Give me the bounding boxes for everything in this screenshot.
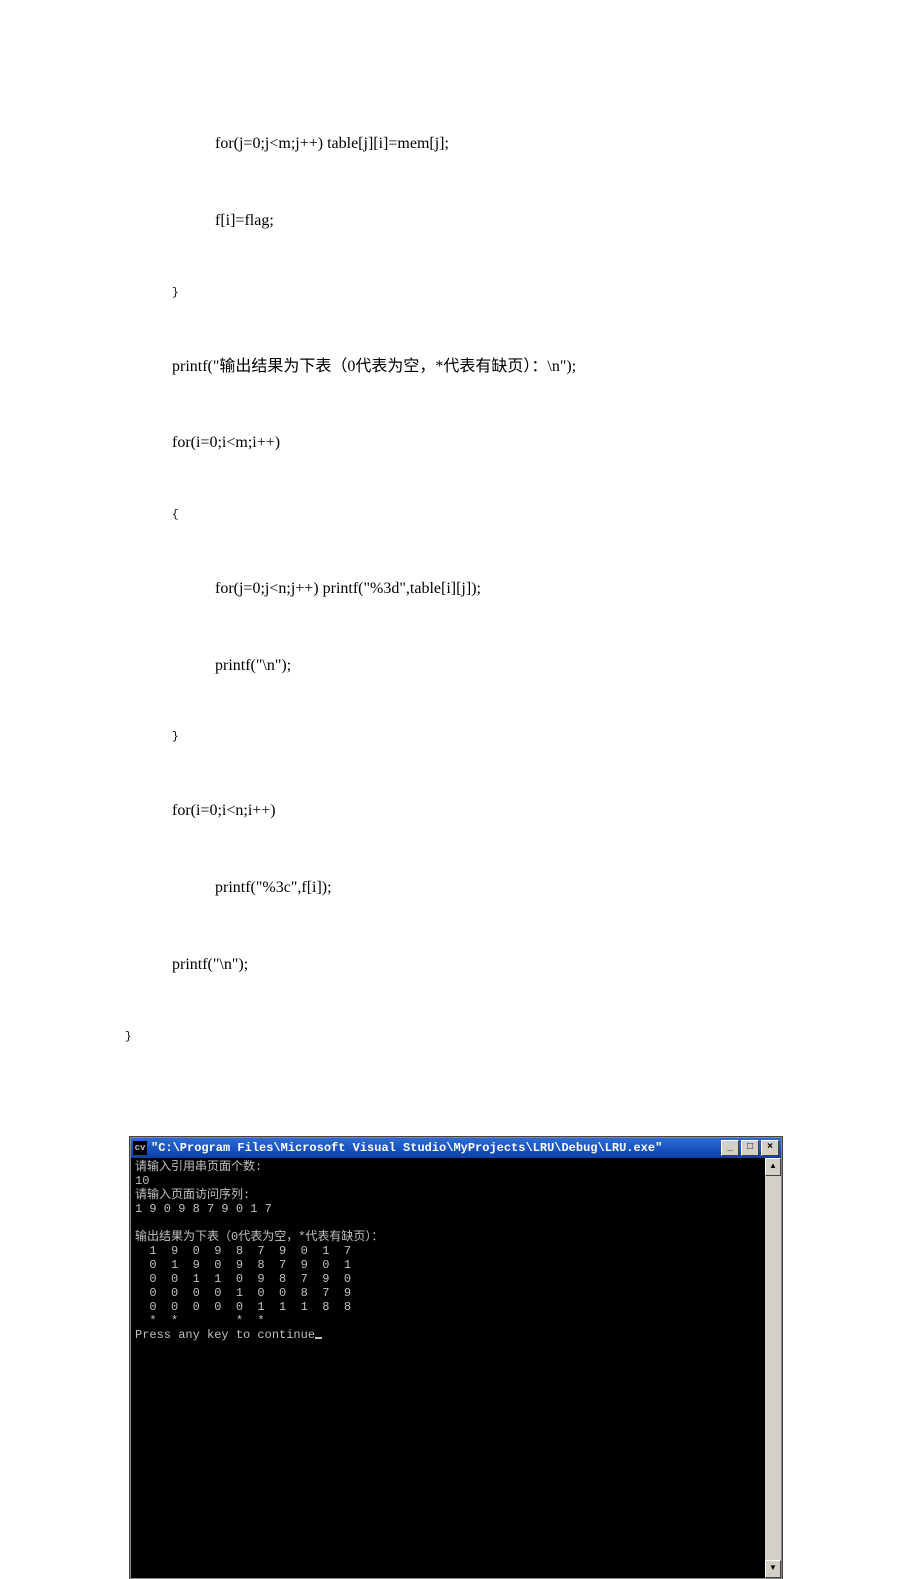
minimize-button[interactable]: _: [721, 1140, 739, 1156]
console-line: 输出结果为下表（0代表为空，*代表有缺页）：: [135, 1230, 383, 1244]
console-line: 请输入引用串页面个数:: [135, 1160, 262, 1174]
scroll-track[interactable]: [765, 1176, 781, 1560]
code-block: for(j=0;j<m;j++) table[j][i]=mem[j]; f[i…: [0, 80, 920, 1097]
code-line: for(i=0;i<n;i++): [0, 798, 920, 824]
console-line: 10: [135, 1174, 149, 1188]
document-page: for(j=0;j<m;j++) table[j][i]=mem[j]; f[i…: [0, 0, 920, 1579]
close-button[interactable]: ×: [761, 1140, 779, 1156]
code-brace: }: [0, 1029, 920, 1047]
code-line: f[i]=flag;: [0, 208, 920, 234]
cursor-icon: [315, 1337, 322, 1339]
code-line: printf("%3c",f[i]);: [0, 875, 920, 901]
code-line: printf("\n");: [0, 653, 920, 679]
code-line: for(j=0;j<m;j++) table[j][i]=mem[j];: [0, 131, 920, 157]
code-line: for(i=0;i<m;i++): [0, 430, 920, 456]
console-line: 1 9 0 9 8 7 9 0 1 7: [135, 1202, 272, 1216]
console-output: 请输入引用串页面个数: 10 请输入页面访问序列: 1 9 0 9 8 7 9 …: [131, 1158, 765, 1578]
console-row: 0 0 1 1 0 9 8 7 9 0: [135, 1272, 351, 1286]
window-title: "C:\Program Files\Microsoft Visual Studi…: [151, 1141, 721, 1155]
code-line: for(j=0;j<n;j++) printf("%3d",table[i][j…: [0, 576, 920, 602]
code-brace: {: [0, 507, 920, 525]
code-line: printf("\n");: [0, 952, 920, 978]
app-icon: cv: [133, 1141, 147, 1155]
console-continue: Press any key to continue: [135, 1328, 315, 1342]
code-brace: }: [0, 285, 920, 303]
scrollbar[interactable]: ▲ ▼: [765, 1158, 781, 1578]
console-flags: * * * *: [135, 1314, 265, 1328]
console-row: 0 1 9 0 9 8 7 9 0 1: [135, 1258, 351, 1272]
console-row: 0 0 0 0 0 1 1 1 8 8: [135, 1300, 351, 1314]
code-line: printf("输出结果为下表（0代表为空，*代表有缺页）：\n");: [0, 354, 920, 380]
console-row: 1 9 0 9 8 7 9 0 1 7: [135, 1244, 351, 1258]
scroll-up-button[interactable]: ▲: [765, 1158, 781, 1176]
console-window: cv "C:\Program Files\Microsoft Visual St…: [130, 1137, 782, 1579]
console-row: 0 0 0 0 1 0 0 8 7 9: [135, 1286, 351, 1300]
console-body-wrap: 请输入引用串页面个数: 10 请输入页面访问序列: 1 9 0 9 8 7 9 …: [131, 1158, 781, 1578]
code-brace: }: [0, 729, 920, 747]
maximize-button[interactable]: □: [741, 1140, 759, 1156]
window-controls: _ □ ×: [721, 1140, 779, 1156]
window-titlebar[interactable]: cv "C:\Program Files\Microsoft Visual St…: [131, 1138, 781, 1158]
console-line: 请输入页面访问序列:: [135, 1188, 250, 1202]
scroll-down-button[interactable]: ▼: [765, 1560, 781, 1578]
